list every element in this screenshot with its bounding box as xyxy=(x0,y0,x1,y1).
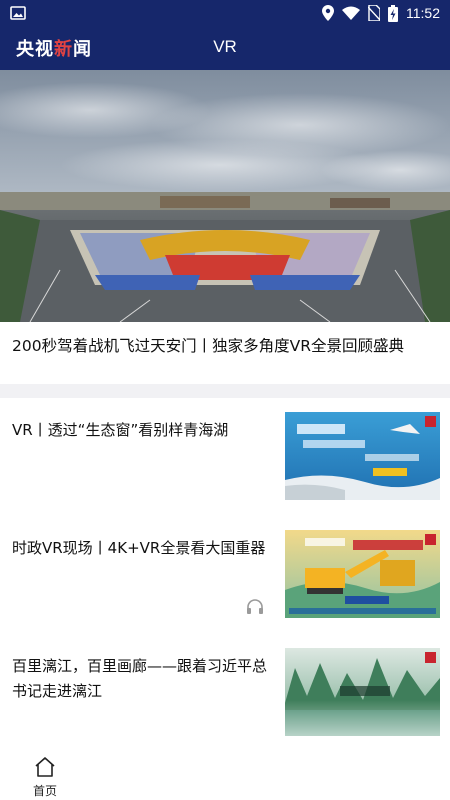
home-icon xyxy=(35,757,55,777)
news-item[interactable]: 百里漓江，百里画廊——跟着习近平总书记走进漓江 xyxy=(0,648,450,748)
tiananmen-panorama-illustration xyxy=(0,70,450,322)
hero-panorama-image[interactable] xyxy=(0,70,450,322)
tab-home[interactable]: 首页 xyxy=(22,756,68,800)
qinghai-lake-thumbnail[interactable] xyxy=(285,412,440,500)
lijiang-river-thumbnail[interactable] xyxy=(285,648,440,736)
bottom-navigation: 首页 xyxy=(0,748,450,800)
hero-caption[interactable]: 200秒驾着战机飞过天安门丨独家多角度VR全景回顾盛典 xyxy=(12,334,438,356)
section-divider xyxy=(0,384,450,398)
news-title[interactable]: 时政VR现场丨4K+VR全景看大国重器 xyxy=(12,536,268,561)
status-bar: 11:52 xyxy=(0,0,450,26)
news-title[interactable]: VR丨透过“生态窗”看别样青海湖 xyxy=(12,418,268,443)
no-sim-icon xyxy=(368,5,380,21)
news-item[interactable]: VR丨透过“生态窗”看别样青海湖 xyxy=(0,412,450,512)
image-icon xyxy=(10,6,26,20)
location-icon xyxy=(322,5,334,21)
news-title[interactable]: 百里漓江，百里画廊——跟着习近平总书记走进漓江 xyxy=(12,654,268,704)
battery-charging-icon xyxy=(388,4,398,22)
page-title: VR xyxy=(213,37,237,56)
wifi-icon xyxy=(342,6,360,20)
status-time: 11:52 xyxy=(406,5,440,21)
headphones-icon[interactable] xyxy=(246,598,264,616)
heavy-machinery-thumbnail[interactable] xyxy=(285,530,440,618)
app-header: 央视新闻 VR xyxy=(0,26,450,70)
news-item[interactable]: 时政VR现场丨4K+VR全景看大国重器 xyxy=(0,530,450,630)
tab-home-label: 首页 xyxy=(32,784,57,798)
